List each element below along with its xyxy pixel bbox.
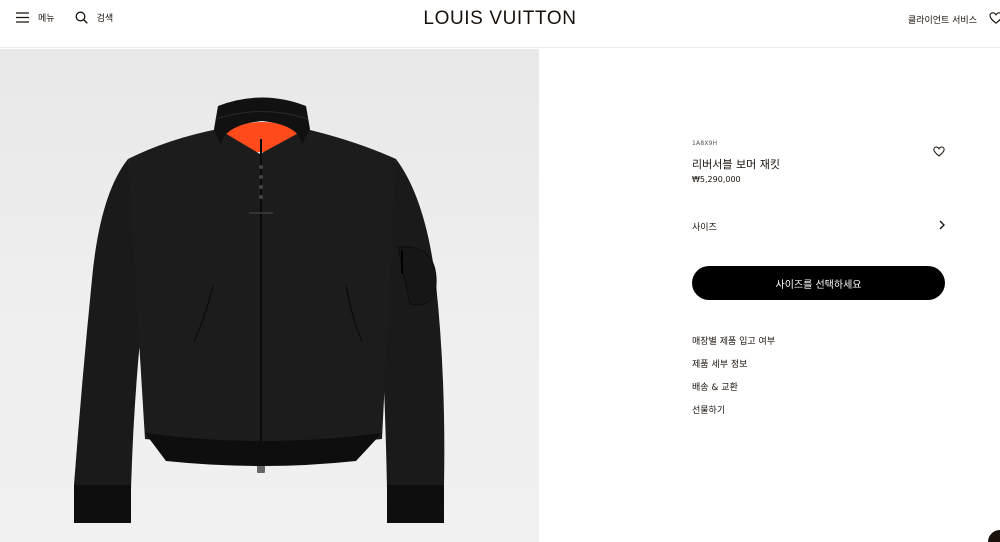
header-left-group: 메뉴 검색 xyxy=(16,11,113,24)
brand-logo-container: LOUIS VUITTON xyxy=(0,8,1000,30)
search-icon xyxy=(75,11,88,24)
site-header: 메뉴 검색 LOUIS VUITTON 클라이언트 서비스 xyxy=(0,0,1000,48)
product-sku: 1A8X9H xyxy=(692,140,718,147)
product-price: ₩5,290,000 xyxy=(692,175,741,184)
header-right-group: 클라이언트 서비스 xyxy=(908,12,1000,27)
shipping-returns-link[interactable]: 배송 & 교환 xyxy=(692,382,775,405)
menu-button[interactable]: 메뉴 xyxy=(16,11,55,24)
left-cuff xyxy=(74,485,131,523)
product-name: 리버서블 보머 재킷 xyxy=(692,158,780,171)
wishlist-heart-icon[interactable] xyxy=(933,142,945,161)
search-button[interactable]: 검색 xyxy=(75,11,114,24)
client-service-link[interactable]: 클라이언트 서비스 xyxy=(908,13,977,26)
menu-label: 메뉴 xyxy=(38,14,55,24)
product-info-links: 매장별 제품 입고 여부 제품 세부 정보 배송 & 교환 선물하기 xyxy=(692,336,775,428)
right-cuff xyxy=(387,485,444,523)
chevron-right-icon xyxy=(939,220,945,233)
brand-logo[interactable]: LOUIS VUITTON xyxy=(423,8,576,29)
search-label: 검색 xyxy=(96,14,114,24)
product-details-link[interactable]: 제품 세부 정보 xyxy=(692,359,775,382)
chat-widget-button[interactable] xyxy=(988,530,1000,542)
store-availability-link[interactable]: 매장별 제품 입고 여부 xyxy=(692,336,775,359)
gift-link[interactable]: 선물하기 xyxy=(692,405,775,428)
jacket-product-image xyxy=(74,97,445,523)
hamburger-menu-icon xyxy=(16,12,29,23)
product-info-panel: 1A8X9H 리버서블 보머 재킷 ₩5,290,000 사이즈 사이즈를 선택… xyxy=(692,140,945,416)
size-label: 사이즈 xyxy=(692,222,717,233)
select-size-button[interactable]: 사이즈를 선택하세요 xyxy=(692,266,945,300)
size-selector-row[interactable]: 사이즈 xyxy=(692,218,945,234)
product-image-gallery[interactable] xyxy=(0,49,539,542)
wishlist-header-heart-icon[interactable] xyxy=(989,12,1000,27)
